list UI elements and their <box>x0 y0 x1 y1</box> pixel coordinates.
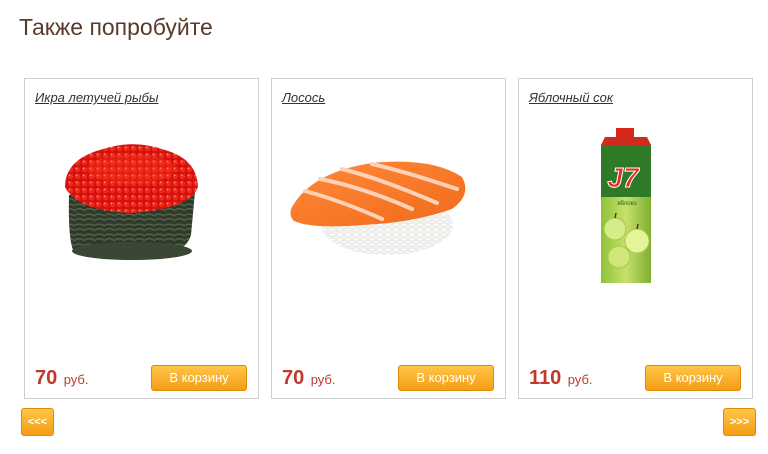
product-image[interactable]: J7 яблоко <box>519 117 752 332</box>
price-value: 70 <box>35 367 58 389</box>
price-currency: руб. <box>310 372 336 387</box>
product-image[interactable] <box>25 117 258 332</box>
add-to-cart-button[interactable]: В корзину <box>151 365 247 391</box>
salmon-nigiri-image <box>290 161 466 255</box>
product-card: Лосось 70 руб. В корзину <box>271 78 506 399</box>
product-price: 70 руб. <box>282 367 336 390</box>
add-to-cart-button[interactable]: В корзину <box>645 365 741 391</box>
price-value: 70 <box>282 367 305 389</box>
price-value: 110 <box>529 367 562 389</box>
tobiko-gunkan-image <box>65 144 198 260</box>
prev-page-button[interactable]: <<< <box>21 408 54 436</box>
j7-apple-juice-carton-image: J7 яблоко <box>601 128 651 283</box>
product-card: Икра летучей рыбы 70 руб. В корзину <box>24 78 259 399</box>
product-price: 70 руб. <box>35 367 89 390</box>
add-to-cart-button[interactable]: В корзину <box>398 365 494 391</box>
section-title: Также попробуйте <box>19 14 213 40</box>
svg-text:J7: J7 <box>607 162 640 193</box>
product-image[interactable] <box>272 117 505 332</box>
product-name-link[interactable]: Яблочный сок <box>529 90 613 105</box>
product-name-link[interactable]: Икра летучей рыбы <box>35 90 158 105</box>
product-name-link[interactable]: Лосось <box>282 90 325 105</box>
svg-text:яблоко: яблоко <box>617 201 637 207</box>
price-currency: руб. <box>63 372 89 387</box>
next-page-button[interactable]: >>> <box>723 408 756 436</box>
price-currency: руб. <box>567 372 593 387</box>
product-card: Яблочный сок J7 яблоко 110 руб. В корзин… <box>518 78 753 399</box>
product-price: 110 руб. <box>529 367 593 390</box>
